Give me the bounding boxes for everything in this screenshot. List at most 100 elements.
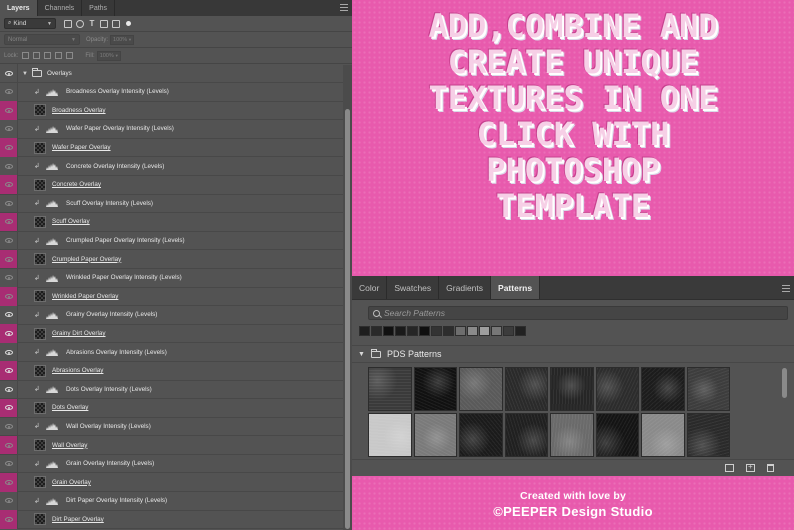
lock-all-icon[interactable]	[66, 52, 74, 59]
pattern-tile[interactable]	[550, 413, 594, 457]
pattern-tile[interactable]	[504, 413, 548, 457]
layer-row[interactable]: ↲ Wrinkled Paper Overlay Intensity (Level…	[0, 268, 343, 288]
pattern-tile[interactable]	[550, 367, 594, 411]
blend-mode-select[interactable]: Normal ▼	[4, 34, 80, 45]
opacity-field[interactable]: 100% ▼	[110, 34, 135, 45]
layer-row[interactable]: ↲ Wafer Paper Overlay Intensity (Levels)	[0, 119, 343, 139]
visibility-toggle[interactable]	[0, 454, 18, 473]
layer-row[interactable]: Dirt Paper Overlay	[0, 510, 343, 530]
tab-paths[interactable]: Paths	[82, 0, 116, 16]
recent-pattern-swatch[interactable]	[443, 326, 454, 336]
pattern-tile[interactable]	[413, 367, 457, 411]
visibility-toggle[interactable]	[0, 342, 18, 362]
visibility-toggle[interactable]	[0, 380, 18, 399]
pattern-tile[interactable]	[641, 367, 685, 411]
pattern-tile[interactable]	[368, 413, 412, 457]
trash-icon[interactable]	[767, 464, 774, 472]
visibility-toggle[interactable]	[0, 156, 18, 176]
visibility-toggle[interactable]	[0, 64, 18, 83]
type-filter-icon[interactable]: T	[88, 19, 96, 28]
tab-channels[interactable]: Channels	[38, 0, 83, 16]
pattern-tile[interactable]	[504, 367, 548, 411]
fill-field[interactable]: 100% ▼	[96, 50, 121, 61]
tab-gradients[interactable]: Gradients	[439, 276, 492, 299]
recent-pattern-swatch[interactable]	[515, 326, 526, 336]
visibility-toggle[interactable]	[0, 101, 18, 120]
kind-filter-select[interactable]: ⌕ Kind ▼	[4, 18, 56, 29]
recent-pattern-swatch[interactable]	[431, 326, 442, 336]
layer-row[interactable]: Wall Overlay	[0, 435, 343, 455]
visibility-toggle[interactable]	[0, 491, 18, 511]
tab-color[interactable]: Color	[352, 276, 388, 299]
visibility-toggle[interactable]	[0, 305, 18, 325]
shape-filter-icon[interactable]	[100, 19, 108, 28]
adjustment-filter-icon[interactable]	[76, 19, 84, 28]
pattern-tile[interactable]	[641, 413, 685, 457]
layer-row[interactable]: Concrete Overlay	[0, 175, 343, 195]
tab-patterns[interactable]: Patterns	[491, 276, 541, 299]
create-pattern-icon[interactable]	[746, 462, 755, 472]
visibility-toggle[interactable]	[0, 82, 18, 102]
recent-pattern-swatch[interactable]	[503, 326, 514, 336]
new-group-folder-icon[interactable]	[725, 464, 734, 472]
recent-pattern-swatch[interactable]	[371, 326, 382, 336]
layer-row[interactable]: ↲ Crumpled Paper Overlay Intensity (Level…	[0, 231, 343, 251]
layer-row[interactable]: ↲ Wall Overlay Intensity (Levels)	[0, 417, 343, 437]
pattern-tile[interactable]	[686, 367, 730, 411]
pattern-tile[interactable]	[413, 413, 457, 457]
visibility-toggle[interactable]	[0, 175, 18, 195]
pattern-tile[interactable]	[459, 413, 503, 457]
recent-pattern-swatch[interactable]	[419, 326, 430, 336]
patterns-scroll-thumb[interactable]	[782, 368, 787, 398]
layer-row[interactable]: Wrinkled Paper Overlay	[0, 287, 343, 307]
layers-scrollbar[interactable]	[343, 65, 352, 530]
visibility-toggle[interactable]	[0, 212, 18, 232]
visibility-toggle[interactable]	[0, 324, 18, 343]
layer-row[interactable]: ↲ Grain Overlay Intensity (Levels)	[0, 454, 343, 474]
recent-pattern-swatch[interactable]	[407, 326, 418, 336]
visibility-toggle[interactable]	[0, 268, 18, 288]
pattern-tile[interactable]	[595, 413, 639, 457]
pattern-search-box[interactable]	[368, 306, 788, 320]
lock-pixels-icon[interactable]	[22, 52, 30, 59]
layer-row[interactable]: ↲ Scuff Overlay Intensity (Levels)	[0, 194, 343, 214]
layer-row[interactable]: ↲ Broadness Overlay Intensity (Levels)	[0, 82, 343, 102]
recent-pattern-swatch[interactable]	[455, 326, 466, 336]
layer-row[interactable]: Grain Overlay	[0, 472, 343, 493]
visibility-toggle[interactable]	[0, 472, 18, 492]
visibility-toggle[interactable]	[0, 510, 18, 529]
visibility-toggle[interactable]	[0, 361, 18, 380]
chevron-down-icon[interactable]: ▼	[358, 351, 365, 358]
visibility-toggle[interactable]	[0, 138, 18, 157]
panel-menu-icon[interactable]	[782, 285, 790, 292]
recent-pattern-swatch[interactable]	[467, 326, 478, 336]
recent-pattern-swatch[interactable]	[383, 326, 394, 336]
layer-row[interactable]: Wafer Paper Overlay	[0, 138, 343, 158]
visibility-toggle[interactable]	[0, 231, 18, 250]
pattern-folder-row[interactable]: ▼ PDS Patterns	[352, 345, 794, 363]
layer-row[interactable]: ↲ Concrete Overlay Intensity (Levels)	[0, 156, 343, 176]
recent-pattern-swatch[interactable]	[359, 326, 370, 336]
visibility-toggle[interactable]	[0, 249, 18, 269]
tab-layers[interactable]: Layers	[0, 0, 38, 16]
visibility-toggle[interactable]	[0, 417, 18, 436]
pattern-tile[interactable]	[595, 367, 639, 411]
recent-pattern-swatch[interactable]	[395, 326, 406, 336]
layer-row[interactable]: ↲ Dirt Paper Overlay Intensity (Levels)	[0, 491, 343, 511]
visibility-toggle[interactable]	[0, 194, 18, 213]
lock-paint-icon[interactable]	[33, 52, 41, 59]
layers-scroll-thumb[interactable]	[345, 109, 350, 529]
visibility-toggle[interactable]	[0, 398, 18, 418]
layer-row[interactable]: ↲ Dots Overlay Intensity (Levels)	[0, 380, 343, 400]
visibility-toggle[interactable]	[0, 435, 18, 455]
lock-position-icon[interactable]	[44, 52, 52, 59]
layer-row[interactable]: ↲ Abrasions Overlay Intensity (Levels)	[0, 342, 343, 362]
pattern-tile[interactable]	[368, 367, 412, 411]
layer-row[interactable]: Dots Overlay	[0, 398, 343, 418]
smart-object-filter-icon[interactable]	[112, 19, 120, 28]
layer-row[interactable]: Abrasions Overlay	[0, 361, 343, 381]
recent-pattern-swatch[interactable]	[479, 326, 490, 336]
pattern-tile[interactable]	[686, 413, 730, 457]
pattern-search-input[interactable]	[384, 308, 764, 318]
tab-swatches[interactable]: Swatches	[387, 276, 440, 299]
